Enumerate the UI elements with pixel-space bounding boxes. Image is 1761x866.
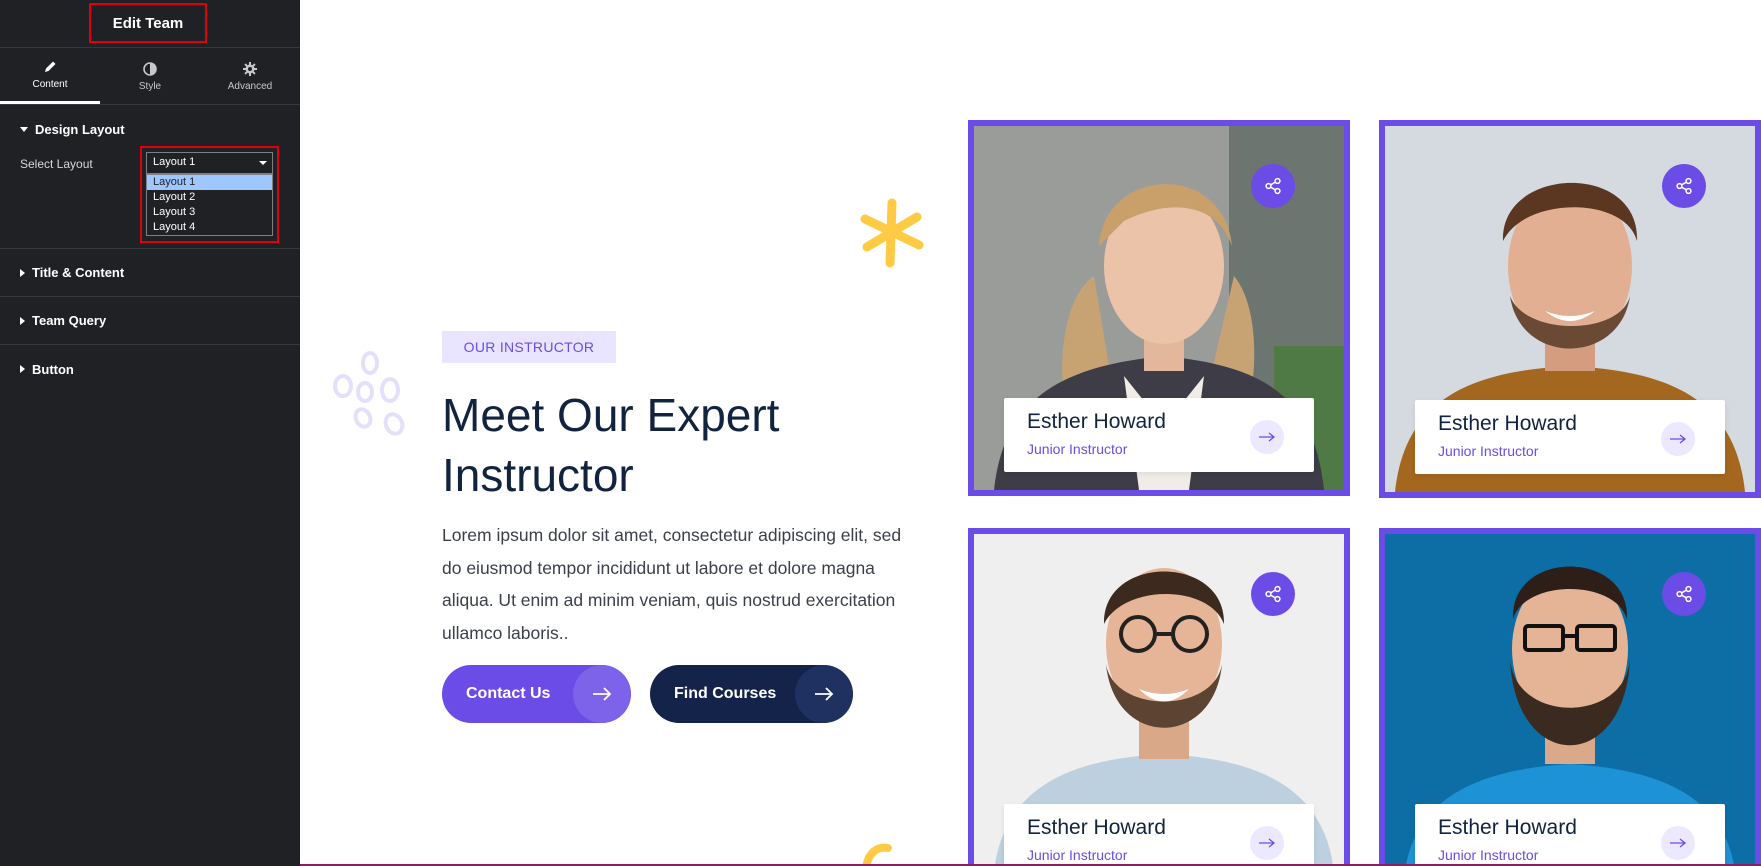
member-role: Junior Instructor <box>1438 443 1539 459</box>
contact-us-button[interactable]: Contact Us <box>442 665 631 723</box>
arrow-right-icon[interactable] <box>1661 826 1695 860</box>
hero-paragraph: Lorem ipsum dolor sit amet, consectetur … <box>442 525 902 643</box>
member-name: Esther Howard <box>1438 816 1577 839</box>
hero-headline: Meet Our Expert Instructor <box>442 385 862 505</box>
member-name: Esther Howard <box>1027 410 1166 433</box>
hero-headline-line-1: Meet Our Expert <box>442 389 780 441</box>
arrow-right-icon <box>795 665 853 723</box>
option-layout-1[interactable]: Layout 1 <box>147 175 272 190</box>
share-button[interactable] <box>1662 572 1706 616</box>
select-layout-label: Select Layout <box>20 157 93 171</box>
share-button[interactable] <box>1251 164 1295 208</box>
team-card[interactable]: Esther Howard Junior Instructor <box>1379 528 1761 864</box>
member-role: Junior Instructor <box>1438 847 1539 863</box>
find-courses-label: Find Courses <box>674 685 777 702</box>
member-info: Esther Howard Junior Instructor <box>1415 804 1725 864</box>
select-layout-options: Layout 1 Layout 2 Layout 3 Layout 4 <box>146 174 273 236</box>
find-courses-button[interactable]: Find Courses <box>650 665 853 723</box>
share-icon <box>1676 177 1692 195</box>
share-button[interactable] <box>1251 572 1295 616</box>
design-layout-heading: Design Layout <box>35 121 125 137</box>
arrow-right-icon[interactable] <box>1661 422 1695 456</box>
section-badge: OUR INSTRUCTOR <box>442 331 616 363</box>
team-card[interactable]: Esther Howard Junior Instructor <box>968 528 1350 864</box>
share-icon <box>1265 177 1281 195</box>
share-icon <box>1676 585 1692 603</box>
caret-down-icon <box>20 126 28 132</box>
tab-style-label: Style <box>138 80 162 92</box>
team-card[interactable]: Esther Howard Junior Instructor <box>1379 120 1761 498</box>
share-icon <box>1265 585 1281 603</box>
caret-right-icon <box>20 365 25 373</box>
section-button[interactable]: Button <box>0 345 300 393</box>
section-title-content-label: Title & Content <box>32 265 125 280</box>
arrow-right-icon[interactable] <box>1250 826 1284 860</box>
member-name: Esther Howard <box>1438 412 1577 435</box>
chevron-down-icon <box>259 161 267 165</box>
tab-advanced[interactable]: Advanced <box>200 48 300 104</box>
select-layout-control: Select Layout Layout 1 Layout 1 Layout 2… <box>0 146 300 243</box>
arrow-right-icon[interactable] <box>1250 420 1284 454</box>
member-name: Esther Howard <box>1027 816 1166 839</box>
caret-right-icon <box>20 268 25 277</box>
star-decoration-icon <box>860 198 924 268</box>
panel-title: Edit Team <box>89 3 207 43</box>
gear-icon <box>243 61 257 76</box>
editor-panel: Edit Team Content Style Advanced Design … <box>0 0 300 866</box>
section-button-label: Button <box>32 361 74 377</box>
page-preview: OUR INSTRUCTOR Meet Our Expert Instructo… <box>300 0 1761 866</box>
select-layout-highlight: Layout 1 Layout 1 Layout 2 Layout 3 Layo… <box>140 146 279 243</box>
arrow-right-icon <box>573 665 631 723</box>
hero-headline-line-2: Instructor <box>442 449 634 501</box>
arc-decoration-icon <box>862 843 892 864</box>
option-layout-3[interactable]: Layout 3 <box>147 205 272 220</box>
section-team-query-label: Team Query <box>32 313 107 328</box>
design-layout-toggle[interactable]: Design Layout <box>0 109 300 149</box>
design-layout-section: Design Layout Select Layout Layout 1 Lay… <box>0 109 300 249</box>
caret-right-icon <box>20 316 25 325</box>
section-title-content[interactable]: Title & Content <box>0 249 300 297</box>
contrast-icon <box>143 61 157 76</box>
dots-decoration-icon <box>333 351 405 436</box>
tab-style[interactable]: Style <box>100 48 200 104</box>
section-team-query[interactable]: Team Query <box>0 297 300 345</box>
option-layout-4[interactable]: Layout 4 <box>147 220 272 235</box>
member-info: Esther Howard Junior Instructor <box>1004 804 1314 864</box>
panel-header: Edit Team <box>0 0 300 48</box>
select-layout-dropdown[interactable]: Layout 1 <box>146 152 273 174</box>
team-card[interactable]: Esther Howard Junior Instructor <box>968 120 1350 496</box>
pencil-icon <box>45 61 56 72</box>
contact-us-label: Contact Us <box>466 685 551 702</box>
member-role: Junior Instructor <box>1027 847 1128 863</box>
tab-content-label: Content <box>32 79 68 90</box>
member-info: Esther Howard Junior Instructor <box>1415 400 1725 474</box>
share-button[interactable] <box>1662 164 1706 208</box>
tab-content[interactable]: Content <box>0 48 100 104</box>
panel-tabs: Content Style Advanced <box>0 48 300 105</box>
member-role: Junior Instructor <box>1027 441 1128 457</box>
select-layout-value: Layout 1 <box>153 156 196 168</box>
tab-advanced-label: Advanced <box>227 80 273 92</box>
option-layout-2[interactable]: Layout 2 <box>147 190 272 205</box>
member-info: Esther Howard Junior Instructor <box>1004 398 1314 472</box>
